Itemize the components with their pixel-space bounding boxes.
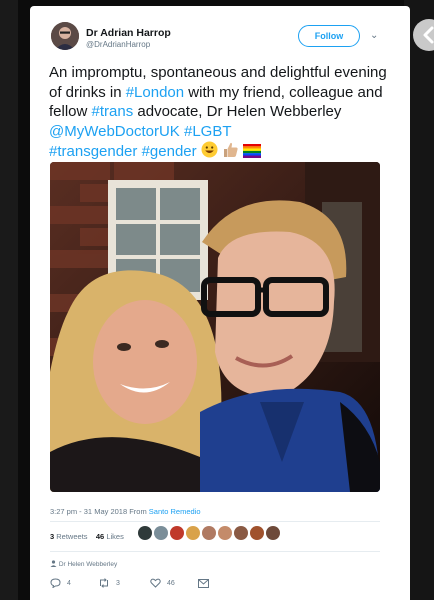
lightbox-backdrop: Dr Adrian Harrop @DrAdrianHarrop Follow …: [0, 0, 434, 600]
follow-button[interactable]: Follow: [298, 25, 360, 47]
author-avatar[interactable]: [51, 22, 79, 50]
liker-avatar[interactable]: [138, 526, 152, 540]
tweet-text-segment: advocate, Dr Helen Webberley: [133, 103, 342, 120]
hashtag-transgender[interactable]: #transgender: [49, 143, 137, 160]
retweets-label[interactable]: Retweets: [56, 532, 87, 541]
liker-avatar[interactable]: [234, 526, 248, 540]
divider: [50, 521, 380, 522]
chevron-down-icon[interactable]: ⌄: [370, 30, 378, 41]
reply-button[interactable]: 4: [50, 578, 98, 588]
likes-count[interactable]: 46: [96, 532, 104, 541]
direct-message-button[interactable]: [198, 578, 209, 588]
hashtag-london[interactable]: #London: [126, 84, 184, 101]
rainbow-flag-emoji-icon: [243, 144, 262, 158]
reply-context-name[interactable]: Dr Helen Webberley: [59, 561, 117, 568]
author-handle[interactable]: @DrAdrianHarrop: [86, 40, 150, 49]
chevron-left-icon: [423, 26, 434, 44]
person-icon: [50, 560, 57, 567]
liker-avatars: [138, 526, 280, 540]
like-count: 46: [167, 579, 175, 587]
timestamp-text: 3:27 pm - 31 May 2018 From: [50, 507, 149, 516]
tweet-timestamp: 3:27 pm - 31 May 2018 From Santo Remedio: [50, 507, 201, 516]
divider: [50, 551, 380, 552]
liker-avatar[interactable]: [266, 526, 280, 540]
liker-avatar[interactable]: [154, 526, 168, 540]
retweets-count[interactable]: 3: [50, 532, 54, 541]
retweet-icon: [100, 578, 108, 588]
selfie-photo-image: [50, 162, 380, 492]
hashtag-gender[interactable]: #gender: [142, 143, 197, 160]
heart-icon: [150, 578, 161, 588]
liker-avatar[interactable]: [170, 526, 184, 540]
likes-label[interactable]: Likes: [106, 532, 124, 541]
liker-avatar[interactable]: [218, 526, 232, 540]
reply-context: Dr Helen Webberley: [50, 560, 117, 568]
tweet-actions: 4 3 46: [50, 578, 209, 588]
mention-mywebdoctoruk[interactable]: @MyWebDoctorUK: [49, 123, 180, 140]
backdrop-left-edge: [0, 0, 18, 600]
reply-icon: [50, 578, 61, 588]
retweet-button[interactable]: 3: [98, 578, 150, 588]
reply-count: 4: [67, 579, 71, 587]
tweet-photo[interactable]: [50, 162, 380, 492]
envelope-icon: [198, 578, 209, 588]
liker-avatar[interactable]: [202, 526, 216, 540]
tweet-card: Dr Adrian Harrop @DrAdrianHarrop Follow …: [30, 6, 434, 600]
retweet-count: 3: [116, 579, 120, 587]
tweet-stats: 3 Retweets 46 Likes: [50, 532, 124, 541]
liker-avatar[interactable]: [250, 526, 264, 540]
smiling-face-emoji-icon: [201, 141, 218, 158]
liker-avatar[interactable]: [186, 526, 200, 540]
hashtag-lgbt[interactable]: #LGBT: [184, 123, 232, 140]
tweet-source-link[interactable]: Santo Remedio: [149, 507, 201, 516]
hashtag-trans[interactable]: #trans: [92, 103, 134, 120]
like-button[interactable]: 46: [150, 578, 198, 588]
thumbs-up-emoji-icon: [223, 142, 238, 157]
tweet-text: An impromptu, spontaneous and delightful…: [49, 63, 399, 162]
author-name[interactable]: Dr Adrian Harrop: [86, 27, 171, 39]
close-overlay-button[interactable]: [413, 19, 434, 51]
